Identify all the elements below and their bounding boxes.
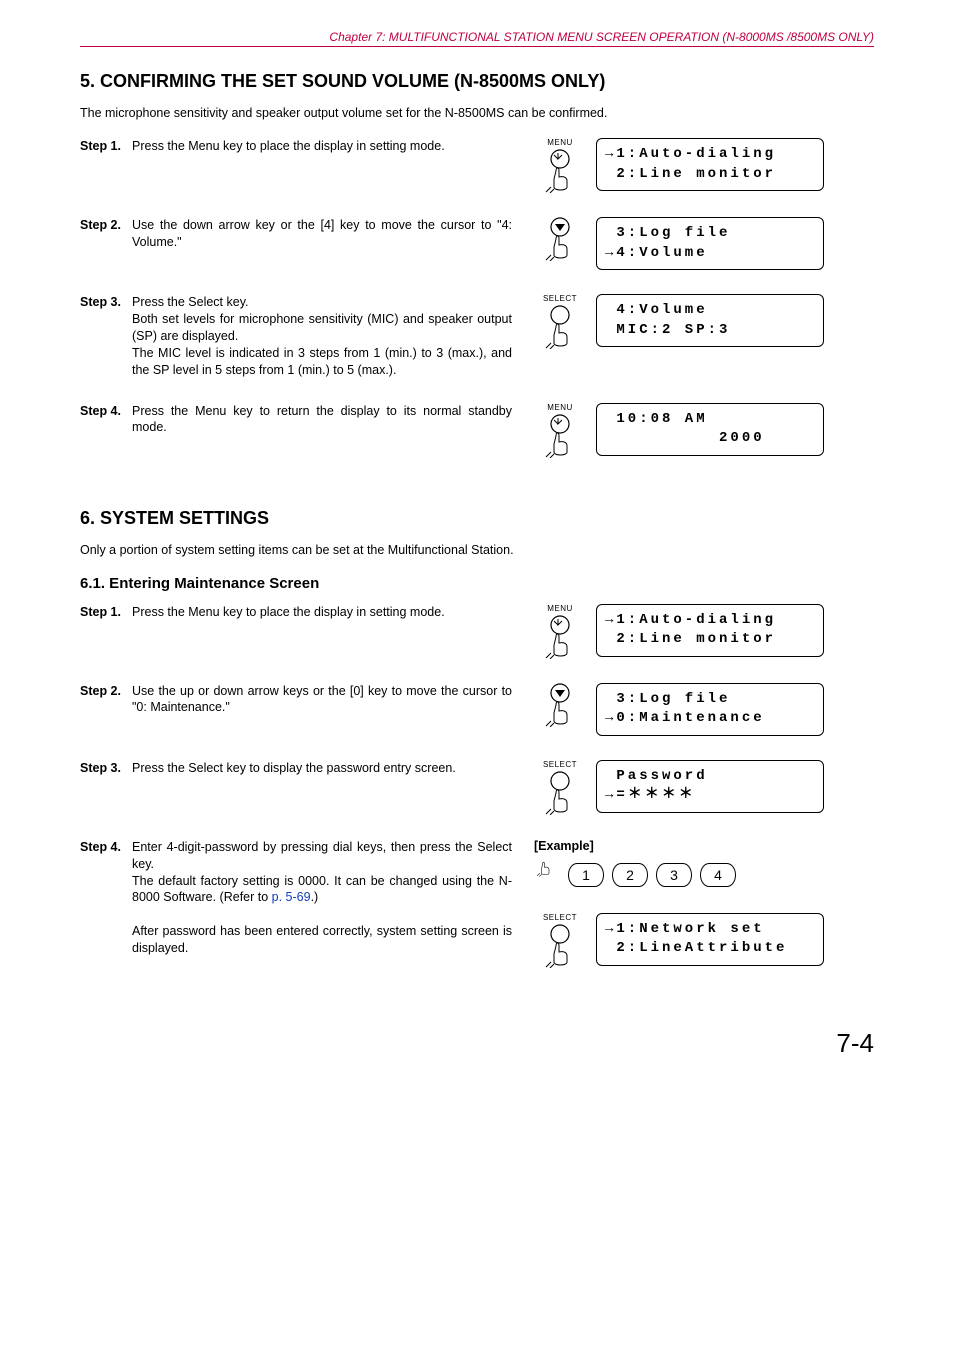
page-link[interactable]: p. 5-69 [272, 890, 311, 904]
example-label: [Example] [534, 839, 824, 853]
key-label: SELECT [530, 760, 590, 769]
key-label: SELECT [530, 913, 590, 922]
step-body: Use the down arrow key or the [4] key to… [132, 217, 512, 251]
select-press-icon [530, 771, 590, 815]
menu-press-icon [530, 149, 590, 193]
lcd-display: →1:Auto-dialing 2:Line monitor [596, 138, 824, 191]
s6-step1: Step 1.Press the Menu key to place the d… [80, 604, 874, 659]
s6-step2: Step 2.Use the up or down arrow keys or … [80, 683, 874, 736]
step-label: Step 3. [80, 294, 132, 311]
step-body: Press the Select key to display the pass… [132, 760, 512, 777]
key-label: MENU [530, 138, 590, 147]
menu-press-icon [530, 615, 590, 659]
lcd-display: →1:Auto-dialing 2:Line monitor [596, 604, 824, 657]
s6-step3: Step 3.Press the Select key to display t… [80, 760, 874, 815]
section6-title: 6. SYSTEM SETTINGS [80, 508, 874, 529]
step-label: Step 1. [80, 604, 132, 621]
key-label: SELECT [530, 294, 590, 303]
down-arrow-press-icon [530, 217, 590, 261]
section5-title: 5. CONFIRMING THE SET SOUND VOLUME (N-85… [80, 71, 874, 92]
s5-step2: Step 2.Use the down arrow key or the [4]… [80, 217, 874, 270]
s5-step4: Step 4.Press the Menu key to return the … [80, 403, 874, 458]
step-body: Enter 4-digit-password by pressing dial … [132, 839, 512, 957]
menu-press-icon [530, 414, 590, 458]
dial-key-3: 3 [656, 863, 692, 887]
dial-key-4: 4 [700, 863, 736, 887]
s6-step4: Step 4.Enter 4-digit-password by pressin… [80, 839, 874, 968]
s5-step3: Step 3.Press the Select key. Both set le… [80, 294, 874, 378]
page-number: 7-4 [80, 1028, 874, 1059]
select-press-icon [530, 924, 590, 968]
step-body: Press the Menu key to return the display… [132, 403, 512, 437]
step-body: Press the Menu key to place the display … [132, 604, 512, 621]
key-label: MENU [530, 604, 590, 613]
lcd-display: →1:Network set 2:LineAttribute [596, 913, 824, 966]
step-label: Step 1. [80, 138, 132, 155]
section5-intro: The microphone sensitivity and speaker o… [80, 106, 874, 120]
lcd-display: 3:Log file →4:Volume [596, 217, 824, 270]
step-label: Step 2. [80, 217, 132, 234]
lcd-display: Password →=＊＊＊＊ [596, 760, 824, 813]
dial-key-2: 2 [612, 863, 648, 887]
s5-step1: Step 1.Press the Menu key to place the d… [80, 138, 874, 193]
step-body: Press the Menu key to place the display … [132, 138, 512, 155]
lcd-display: 4:Volume MIC:2 SP:3 [596, 294, 824, 347]
section6-intro: Only a portion of system setting items c… [80, 543, 874, 557]
step-label: Step 3. [80, 760, 132, 777]
dial-press-icon [535, 857, 556, 882]
lcd-display: 3:Log file →0:Maintenance [596, 683, 824, 736]
step-body: Use the up or down arrow keys or the [0]… [132, 683, 512, 717]
step-label: Step 4. [80, 403, 132, 420]
step-body: Press the Select key. Both set levels fo… [132, 294, 512, 378]
chapter-header: Chapter 7: MULTIFUNCTIONAL STATION MENU … [80, 30, 874, 47]
section6-1-title: 6.1. Entering Maintenance Screen [80, 575, 874, 592]
down-arrow-press-icon [530, 683, 590, 727]
step-label: Step 2. [80, 683, 132, 700]
lcd-display: 10:08 AM 2000 [596, 403, 824, 456]
select-press-icon [530, 305, 590, 349]
key-label: MENU [530, 403, 590, 412]
step-label: Step 4. [80, 839, 132, 856]
dial-key-1: 1 [568, 863, 604, 887]
